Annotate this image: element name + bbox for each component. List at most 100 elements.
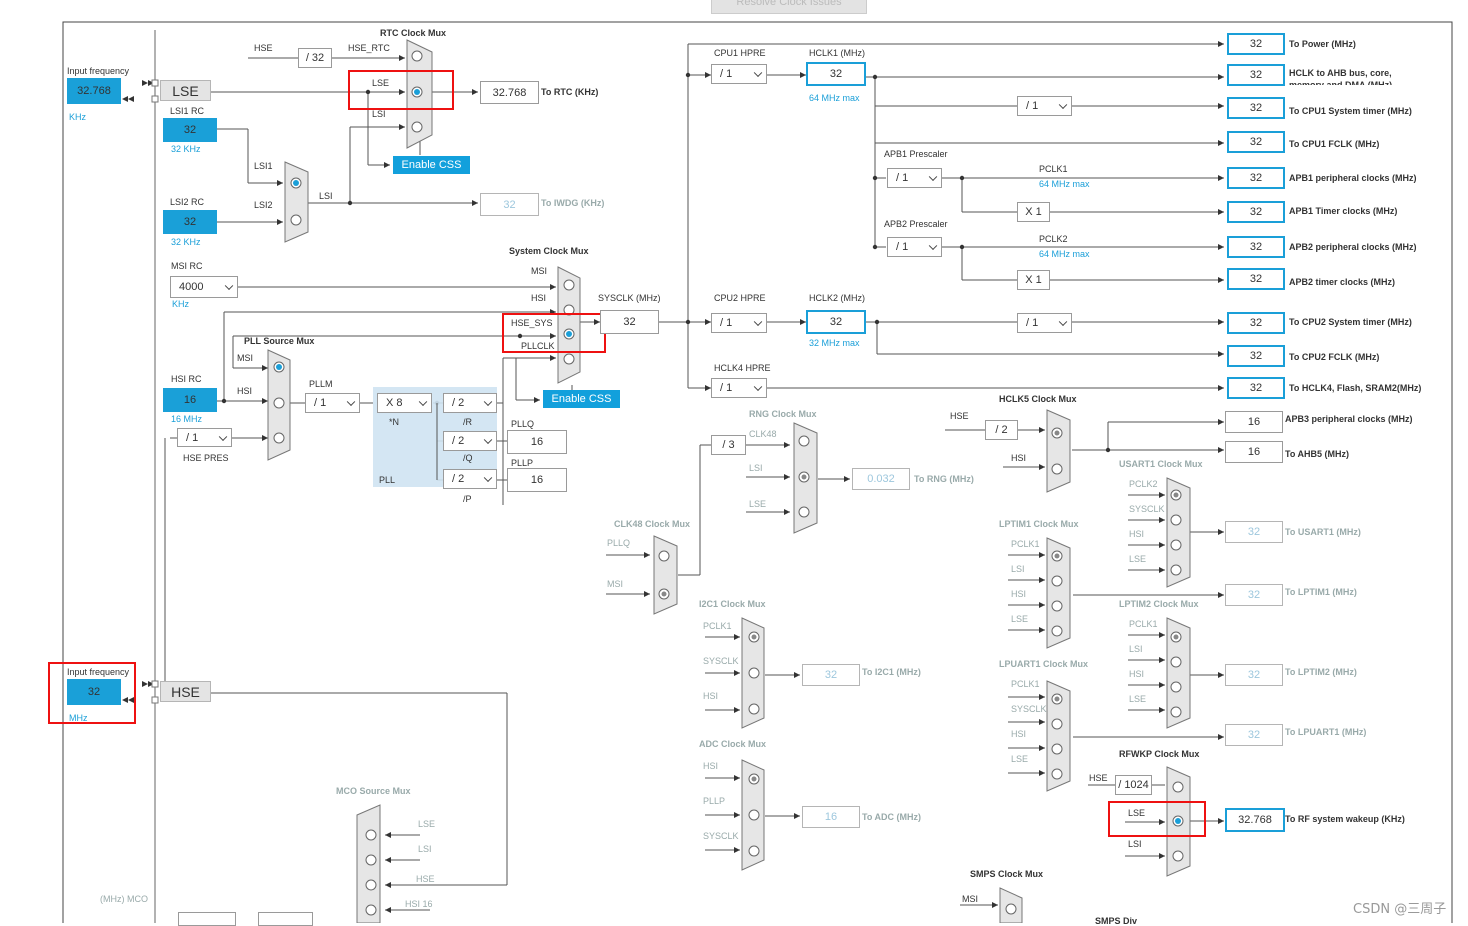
rtc-hse-divider: / 32 xyxy=(298,48,332,68)
lptim1-in3: HSI xyxy=(1011,589,1027,599)
lpuart1-output-label: To LPUART1 (MHz) xyxy=(1285,727,1367,737)
apb1-label: APB1 Prescaler xyxy=(884,149,948,159)
sys-mux-title: System Clock Mux xyxy=(509,246,589,256)
chevron-down-icon xyxy=(483,435,493,445)
hsi-value: 16 xyxy=(163,388,217,412)
pllq-out-value: 16 xyxy=(507,430,567,454)
sysclk-value: 32 xyxy=(600,310,659,334)
cpu2-timer-select[interactable]: / 1 xyxy=(1017,313,1072,333)
msi-unit: KHz xyxy=(172,299,190,309)
cpu1-hpre-value: / 1 xyxy=(720,68,733,80)
rtc-output-value: 32.768 xyxy=(480,81,539,104)
msi-value: 4000 xyxy=(179,281,204,293)
output-value: 32 xyxy=(1227,236,1285,258)
ahb5-label: To AHB5 (MHz) xyxy=(1285,449,1349,459)
lsi1-value: 32 xyxy=(163,118,217,142)
lptim2-in3: HSI xyxy=(1129,669,1145,679)
pclk1-label: PCLK1 xyxy=(1039,164,1068,174)
apb2-label: APB2 Prescaler xyxy=(884,219,948,229)
msi-select[interactable]: 4000 xyxy=(170,276,238,298)
hclk5-hse: HSE xyxy=(950,411,969,421)
mco-mux-title: MCO Source Mux xyxy=(336,786,411,796)
output-label: APB2 timer clocks (MHz) xyxy=(1289,277,1396,287)
pclk2-max: 64 MHz max xyxy=(1039,249,1090,259)
rng-clk48: CLK48 xyxy=(749,429,777,439)
cpu2-hpre-select[interactable]: / 1 xyxy=(711,313,767,333)
i2c1-mux-title: I2C1 Clock Mux xyxy=(699,599,766,609)
hclk1-value[interactable]: 32 xyxy=(806,62,866,86)
hse-source-block: HSE xyxy=(160,681,211,702)
highlight-box xyxy=(1108,801,1206,837)
pllp-select[interactable]: / 2 xyxy=(443,469,497,489)
lptim2-mux-title: LPTIM2 Clock Mux xyxy=(1119,599,1199,609)
usart1-output-label: To USART1 (MHz) xyxy=(1285,527,1361,537)
resolve-label: Resolve Clock Issues xyxy=(736,0,842,8)
highlight-box xyxy=(348,70,454,110)
hclk4-hpre-select[interactable]: / 1 xyxy=(711,378,767,398)
sys-enable-css-button[interactable]: Enable CSS xyxy=(543,390,620,408)
lse-input-field[interactable]: 32.768 xyxy=(67,78,121,104)
cpu1-hpre-select[interactable]: / 1 xyxy=(711,64,767,84)
apb1-prescaler-select[interactable]: / 1 xyxy=(887,168,942,188)
adc-in3: SYSCLK xyxy=(703,831,739,841)
output-value: 32 xyxy=(1227,201,1285,223)
rfwkp-divider: / 1024 xyxy=(1115,775,1152,795)
lptim2-output-label: To LPTIM2 (MHz) xyxy=(1285,667,1357,677)
plln-select[interactable]: X 8 xyxy=(377,393,432,413)
i2c1-in2: SYSCLK xyxy=(703,656,739,666)
clk48-msi: MSI xyxy=(607,579,624,589)
hclk5-divider: / 2 xyxy=(985,420,1018,440)
usart1-mux-title: USART1 Clock Mux xyxy=(1119,459,1203,469)
pllq-select[interactable]: / 2 xyxy=(443,431,497,451)
hsi-title: HSI RC xyxy=(171,374,202,384)
apb2-prescaler-select[interactable]: / 1 xyxy=(887,237,942,257)
hse-pres-select[interactable]: / 1 xyxy=(177,428,232,447)
cpu2-hpre-value: / 1 xyxy=(720,317,733,329)
smps-msi: MSI xyxy=(962,894,979,904)
chevron-down-icon xyxy=(483,397,493,407)
usart1-in4: LSE xyxy=(1129,554,1147,564)
adc-output-value: 16 xyxy=(802,806,860,828)
hclk2-max: 32 MHz max xyxy=(809,338,860,348)
lptim2-in4: LSE xyxy=(1129,694,1147,704)
pll-mux-msi: MSI xyxy=(237,353,254,363)
lptim1-in2: LSI xyxy=(1011,564,1025,574)
pllr-select[interactable]: / 2 xyxy=(443,393,497,413)
resolve-clock-issues-button[interactable]: Resolve Clock Issues xyxy=(711,0,867,14)
chevron-down-icon xyxy=(928,241,938,251)
lptim1-output-value: 32 xyxy=(1225,584,1283,606)
hse-pres-value: / 1 xyxy=(186,431,199,444)
hclk2-value[interactable]: 32 xyxy=(806,310,866,334)
sysclk-label: SYSCLK (MHz) xyxy=(598,293,661,303)
lptim2-in2: LSI xyxy=(1129,644,1143,654)
cpu1-timer-select[interactable]: / 1 xyxy=(1017,96,1072,116)
cpu2-timer-value: / 1 xyxy=(1026,317,1039,329)
rng-output-value: 0.032 xyxy=(852,468,910,490)
rfwkp-mux-title: RFWKP Clock Mux xyxy=(1119,749,1200,759)
output-value: 32 xyxy=(1227,167,1285,189)
rng-output-label: To RNG (MHz) xyxy=(914,474,974,484)
hclk4-hpre-value: / 1 xyxy=(720,382,733,394)
output-label: To CPU2 FCLK (MHz) xyxy=(1289,352,1380,362)
lpuart1-output-value: 32 xyxy=(1225,724,1283,746)
highlight-box xyxy=(48,662,136,724)
mco-in3: HSE xyxy=(416,874,435,884)
hclk1-max: 64 MHz max xyxy=(809,93,860,103)
apb3-value: 16 xyxy=(1225,411,1283,433)
rng-mux-title: RNG Clock Mux xyxy=(749,409,817,419)
msi-title: MSI RC xyxy=(171,261,203,271)
chevron-down-icon xyxy=(753,382,763,392)
rtc-mux-title: RTC Clock Mux xyxy=(380,28,447,38)
pllp-div-label: /P xyxy=(463,494,472,504)
rtc-enable-css-button[interactable]: Enable CSS xyxy=(393,156,470,174)
output-label: To HCLK4, Flash, SRAM2(MHz) xyxy=(1289,383,1422,393)
lptim1-in4: LSE xyxy=(1011,614,1029,624)
apb2-div-value: / 1 xyxy=(896,241,909,253)
output-value: 32 xyxy=(1227,312,1285,334)
apb1-timer-multiplier: X 1 xyxy=(1017,202,1050,222)
output-label: To Power (MHz) xyxy=(1289,39,1356,49)
pll-mux-hsi: HSI xyxy=(237,386,253,396)
pllm-select[interactable]: / 1 xyxy=(305,393,360,413)
lpuart1-in2: SYSCLK xyxy=(1011,704,1047,714)
clk48-pllq: PLLQ xyxy=(607,538,631,548)
